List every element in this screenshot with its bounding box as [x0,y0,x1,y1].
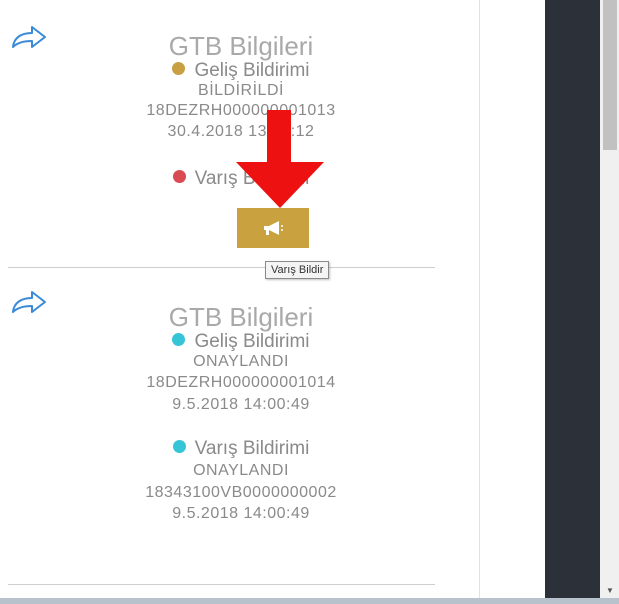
card-separator [8,267,435,268]
status-dot [172,333,186,346]
card-title: GTB Bilgileri [168,31,314,61]
share-icon[interactable] [10,290,48,316]
gelis-reference: 18DEZRH000000001014 [146,374,336,391]
card-separator [8,584,435,585]
varis-datetime: 9.5.2018 14:00:49 [172,505,310,522]
dark-side-column [545,0,600,604]
scroll-down-arrow[interactable]: ▼ [606,586,614,595]
bullhorn-icon [264,221,283,235]
gelis-bildirimi-label: Geliş Bildirimi [60,331,422,353]
varis-reference: 18343100VB0000000002 [145,484,337,501]
card-title: GTB Bilgileri [168,302,314,332]
gelis-datetime: 9.5.2018 14:00:49 [172,396,310,413]
share-icon[interactable] [10,25,48,51]
gelis-label-text: Geliş Bildirimi [194,331,310,352]
panel-divider [479,0,480,604]
bottom-bar [0,598,619,604]
status-dot [172,62,186,75]
status-dot [172,440,186,453]
gelis-status: ONAYLANDI [193,353,289,370]
gelis-label-text: Geliş Bildirimi [194,60,310,81]
varis-status: ONAYLANDI [193,462,289,479]
varis-bildir-button[interactable] [237,208,309,248]
tooltip: Varış Bildir [265,261,330,279]
status-dot [172,170,186,183]
red-arrow-annotation [236,110,324,208]
scrollbar-thumb[interactable] [603,0,617,150]
gelis-status: BİLDİRİLDİ [198,82,284,99]
varis-bildirimi-label: Varış Bildirimi [60,438,422,460]
gelis-bildirimi-label: Geliş Bildirimi [60,60,422,82]
varis-label-text: Varış Bildirimi [194,438,310,459]
